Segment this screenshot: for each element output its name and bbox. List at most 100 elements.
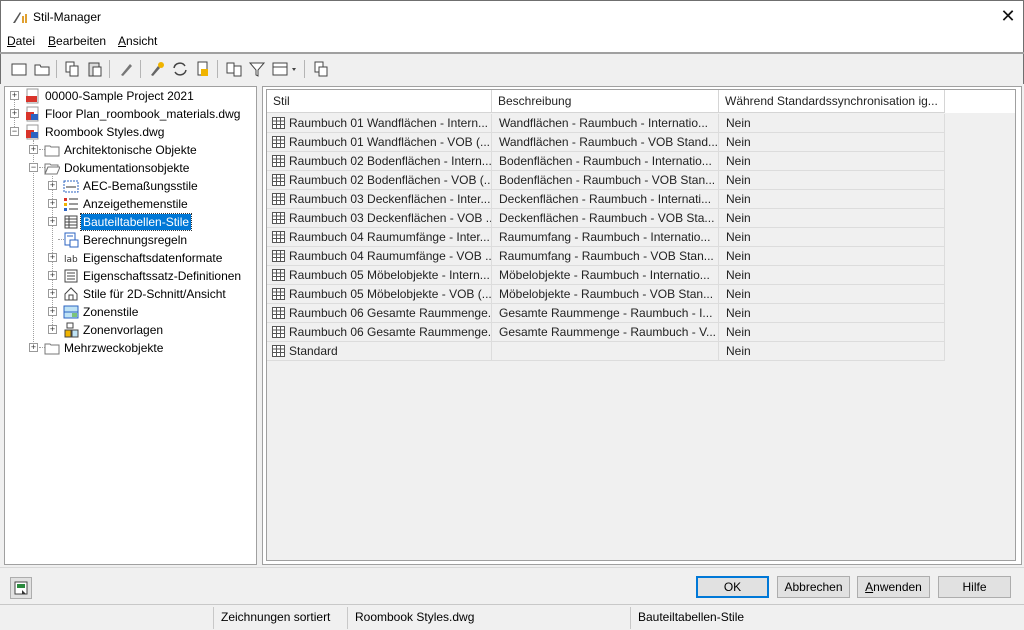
tree-node-berechnungsregeln[interactable]: Berechnungsregeln [5,231,255,249]
cell-beschreibung[interactable] [492,342,719,361]
tree-node-eigenschaftsdatenformate[interactable]: + lab Eigenschaftsdatenformate [5,249,255,267]
collapse-minus-icon[interactable]: − [10,127,19,136]
expand-plus-icon[interactable]: + [29,343,38,352]
cell-sync-ignore[interactable]: Nein [719,171,945,190]
expand-plus-icon[interactable]: + [48,181,57,190]
cell-sync-ignore[interactable]: Nein [719,209,945,228]
cell-beschreibung[interactable]: Deckenflächen - Raumbuch - Internati... [492,190,719,209]
ok-button[interactable]: OK [696,576,769,598]
tree-node-2d-schnitt[interactable]: + Stile für 2D-Schnitt/Ansicht [5,285,255,303]
toggle-view-button[interactable] [10,577,32,599]
table-row[interactable]: Raumbuch 04 Raumumfänge - VOB ... Raumumf… [267,247,945,266]
cell-beschreibung[interactable]: Gesamte Raummenge - Raumbuch - V... [492,323,719,342]
column-header-sync-ignore[interactable]: Während Standardssynchronisation ig... [719,90,945,113]
cancel-button[interactable]: Abbrechen [777,576,850,598]
table-row[interactable]: Raumbuch 06 Gesamte Raummenge... Gesamte … [267,304,945,323]
cell-stil[interactable]: Raumbuch 06 Gesamte Raummenge... [267,304,492,323]
cell-stil[interactable]: Raumbuch 05 Möbelobjekte - Intern... [267,266,492,285]
tree-node-architektonisch[interactable]: + Architektonische Objekte [5,141,255,159]
menu-bearbeiten[interactable]: Bearbeiten [48,34,106,48]
apply-button[interactable]: Anwenden [857,576,930,598]
new-style-icon[interactable] [148,60,166,78]
cell-beschreibung[interactable]: Gesamte Raummenge - Raumbuch - I... [492,304,719,323]
tree-node-zonenvorlagen[interactable]: + Zonenvorlagen [5,321,255,339]
cell-sync-ignore[interactable]: Nein [719,342,945,361]
cell-stil[interactable]: Raumbuch 01 Wandflächen - Intern... [267,114,492,133]
tree-node-aec-bemassung[interactable]: + AEC-Bemaßungsstile [5,177,255,195]
table-row[interactable]: Raumbuch 01 Wandflächen - Intern... Wandf… [267,114,945,133]
panel-splitter[interactable] [258,86,261,565]
table-row[interactable]: Raumbuch 04 Raumumfänge - Inter... Raumum… [267,228,945,247]
cell-beschreibung[interactable]: Raumumfang - Raumbuch - VOB Stan... [492,247,719,266]
cell-sync-ignore[interactable]: Nein [719,133,945,152]
expand-plus-icon[interactable]: + [48,307,57,316]
tree-node-zonenstile[interactable]: + Zonenstile [5,303,255,321]
help-button[interactable]: Hilfe [938,576,1011,598]
synchronize-icon[interactable] [171,60,189,78]
cell-stil[interactable]: Standard [267,342,492,361]
new-drawing-icon[interactable] [10,60,28,78]
cell-stil[interactable]: Raumbuch 04 Raumumfänge - VOB ... [267,247,492,266]
compare-icon[interactable] [225,60,243,78]
cell-beschreibung[interactable]: Wandflächen - Raumbuch - VOB Stand... [492,133,719,152]
cell-stil[interactable]: Raumbuch 04 Raumumfänge - Inter... [267,228,492,247]
tree-node-anzeigethemen[interactable]: + Anzeigethemenstile [5,195,255,213]
expand-plus-icon[interactable]: + [48,271,57,280]
cell-beschreibung[interactable]: Wandflächen - Raumbuch - Internatio... [492,114,719,133]
column-header-stil[interactable]: Stil [267,90,492,113]
cell-sync-ignore[interactable]: Nein [719,304,945,323]
cell-stil[interactable]: Raumbuch 03 Deckenflächen - Inter... [267,190,492,209]
cell-beschreibung[interactable]: Deckenflächen - Raumbuch - VOB Sta... [492,209,719,228]
cell-sync-ignore[interactable]: Nein [719,285,945,304]
cell-stil[interactable]: Raumbuch 01 Wandflächen - VOB (... [267,133,492,152]
table-row[interactable]: Raumbuch 03 Deckenflächen - Inter... Deck… [267,190,945,209]
tree-node-project[interactable]: + 00000-Sample Project 2021 [5,87,255,105]
edit-style-icon[interactable] [312,60,330,78]
expand-plus-icon[interactable]: + [48,289,57,298]
table-row[interactable]: Raumbuch 06 Gesamte Raummenge... Gesamte … [267,323,945,342]
expand-plus-icon[interactable]: + [29,145,38,154]
standards-icon[interactable] [194,60,212,78]
view-options-icon[interactable] [271,60,299,78]
cell-sync-ignore[interactable]: Nein [719,228,945,247]
column-header-beschreibung[interactable]: Beschreibung [492,90,719,113]
expand-plus-icon[interactable]: + [10,109,19,118]
close-icon[interactable]: ✕ [993,1,1023,32]
table-row[interactable]: Raumbuch 02 Bodenflächen - VOB (... Boden… [267,171,945,190]
expand-plus-icon[interactable]: + [48,253,57,262]
expand-plus-icon[interactable]: + [48,325,57,334]
cell-beschreibung[interactable]: Bodenflächen - Raumbuch - Internatio... [492,152,719,171]
expand-plus-icon[interactable]: + [48,199,57,208]
cell-sync-ignore[interactable]: Nein [719,323,945,342]
expand-plus-icon[interactable]: + [10,91,19,100]
cell-beschreibung[interactable]: Raumumfang - Raumbuch - Internatio... [492,228,719,247]
cell-stil[interactable]: Raumbuch 06 Gesamte Raummenge... [267,323,492,342]
cell-stil[interactable]: Raumbuch 02 Bodenflächen - VOB (... [267,171,492,190]
expand-plus-icon[interactable]: + [48,217,57,226]
cell-sync-ignore[interactable]: Nein [719,190,945,209]
cell-beschreibung[interactable]: Möbelobjekte - Raumbuch - Internatio... [492,266,719,285]
tree-node-floorplan[interactable]: + Floor Plan_roombook_materials.dwg [5,105,255,123]
cell-sync-ignore[interactable]: Nein [719,114,945,133]
collapse-minus-icon[interactable]: − [29,163,38,172]
table-row[interactable]: Raumbuch 05 Möbelobjekte - VOB (... Möbel… [267,285,945,304]
tree-node-eigenschaftssatz[interactable]: + Eigenschaftssatz-Definitionen [5,267,255,285]
cell-stil[interactable]: Raumbuch 02 Bodenflächen - Intern... [267,152,492,171]
tree-node-bauteiltabellen[interactable]: + Bauteiltabellen-Stile [5,213,255,231]
table-row[interactable]: Raumbuch 03 Deckenflächen - VOB ... Decke… [267,209,945,228]
cell-sync-ignore[interactable]: Nein [719,247,945,266]
table-row[interactable]: Raumbuch 05 Möbelobjekte - Intern... Möbe… [267,266,945,285]
copy-icon[interactable] [63,60,81,78]
cell-sync-ignore[interactable]: Nein [719,152,945,171]
paste-icon[interactable] [86,60,104,78]
menu-ansicht[interactable]: Ansicht [118,34,157,48]
table-row[interactable]: Raumbuch 02 Bodenflächen - Intern... Bode… [267,152,945,171]
open-drawing-icon[interactable] [33,60,51,78]
cell-stil[interactable]: Raumbuch 05 Möbelobjekte - VOB (... [267,285,492,304]
menu-datei[interactable]: Datei [7,34,35,48]
cell-beschreibung[interactable]: Möbelobjekte - Raumbuch - VOB Stan... [492,285,719,304]
cell-stil[interactable]: Raumbuch 03 Deckenflächen - VOB ... [267,209,492,228]
table-row[interactable]: Raumbuch 01 Wandflächen - VOB (... Wandfl… [267,133,945,152]
cell-sync-ignore[interactable]: Nein [719,266,945,285]
tree-node-dokumentation[interactable]: − Dokumentationsobjekte [5,159,255,177]
